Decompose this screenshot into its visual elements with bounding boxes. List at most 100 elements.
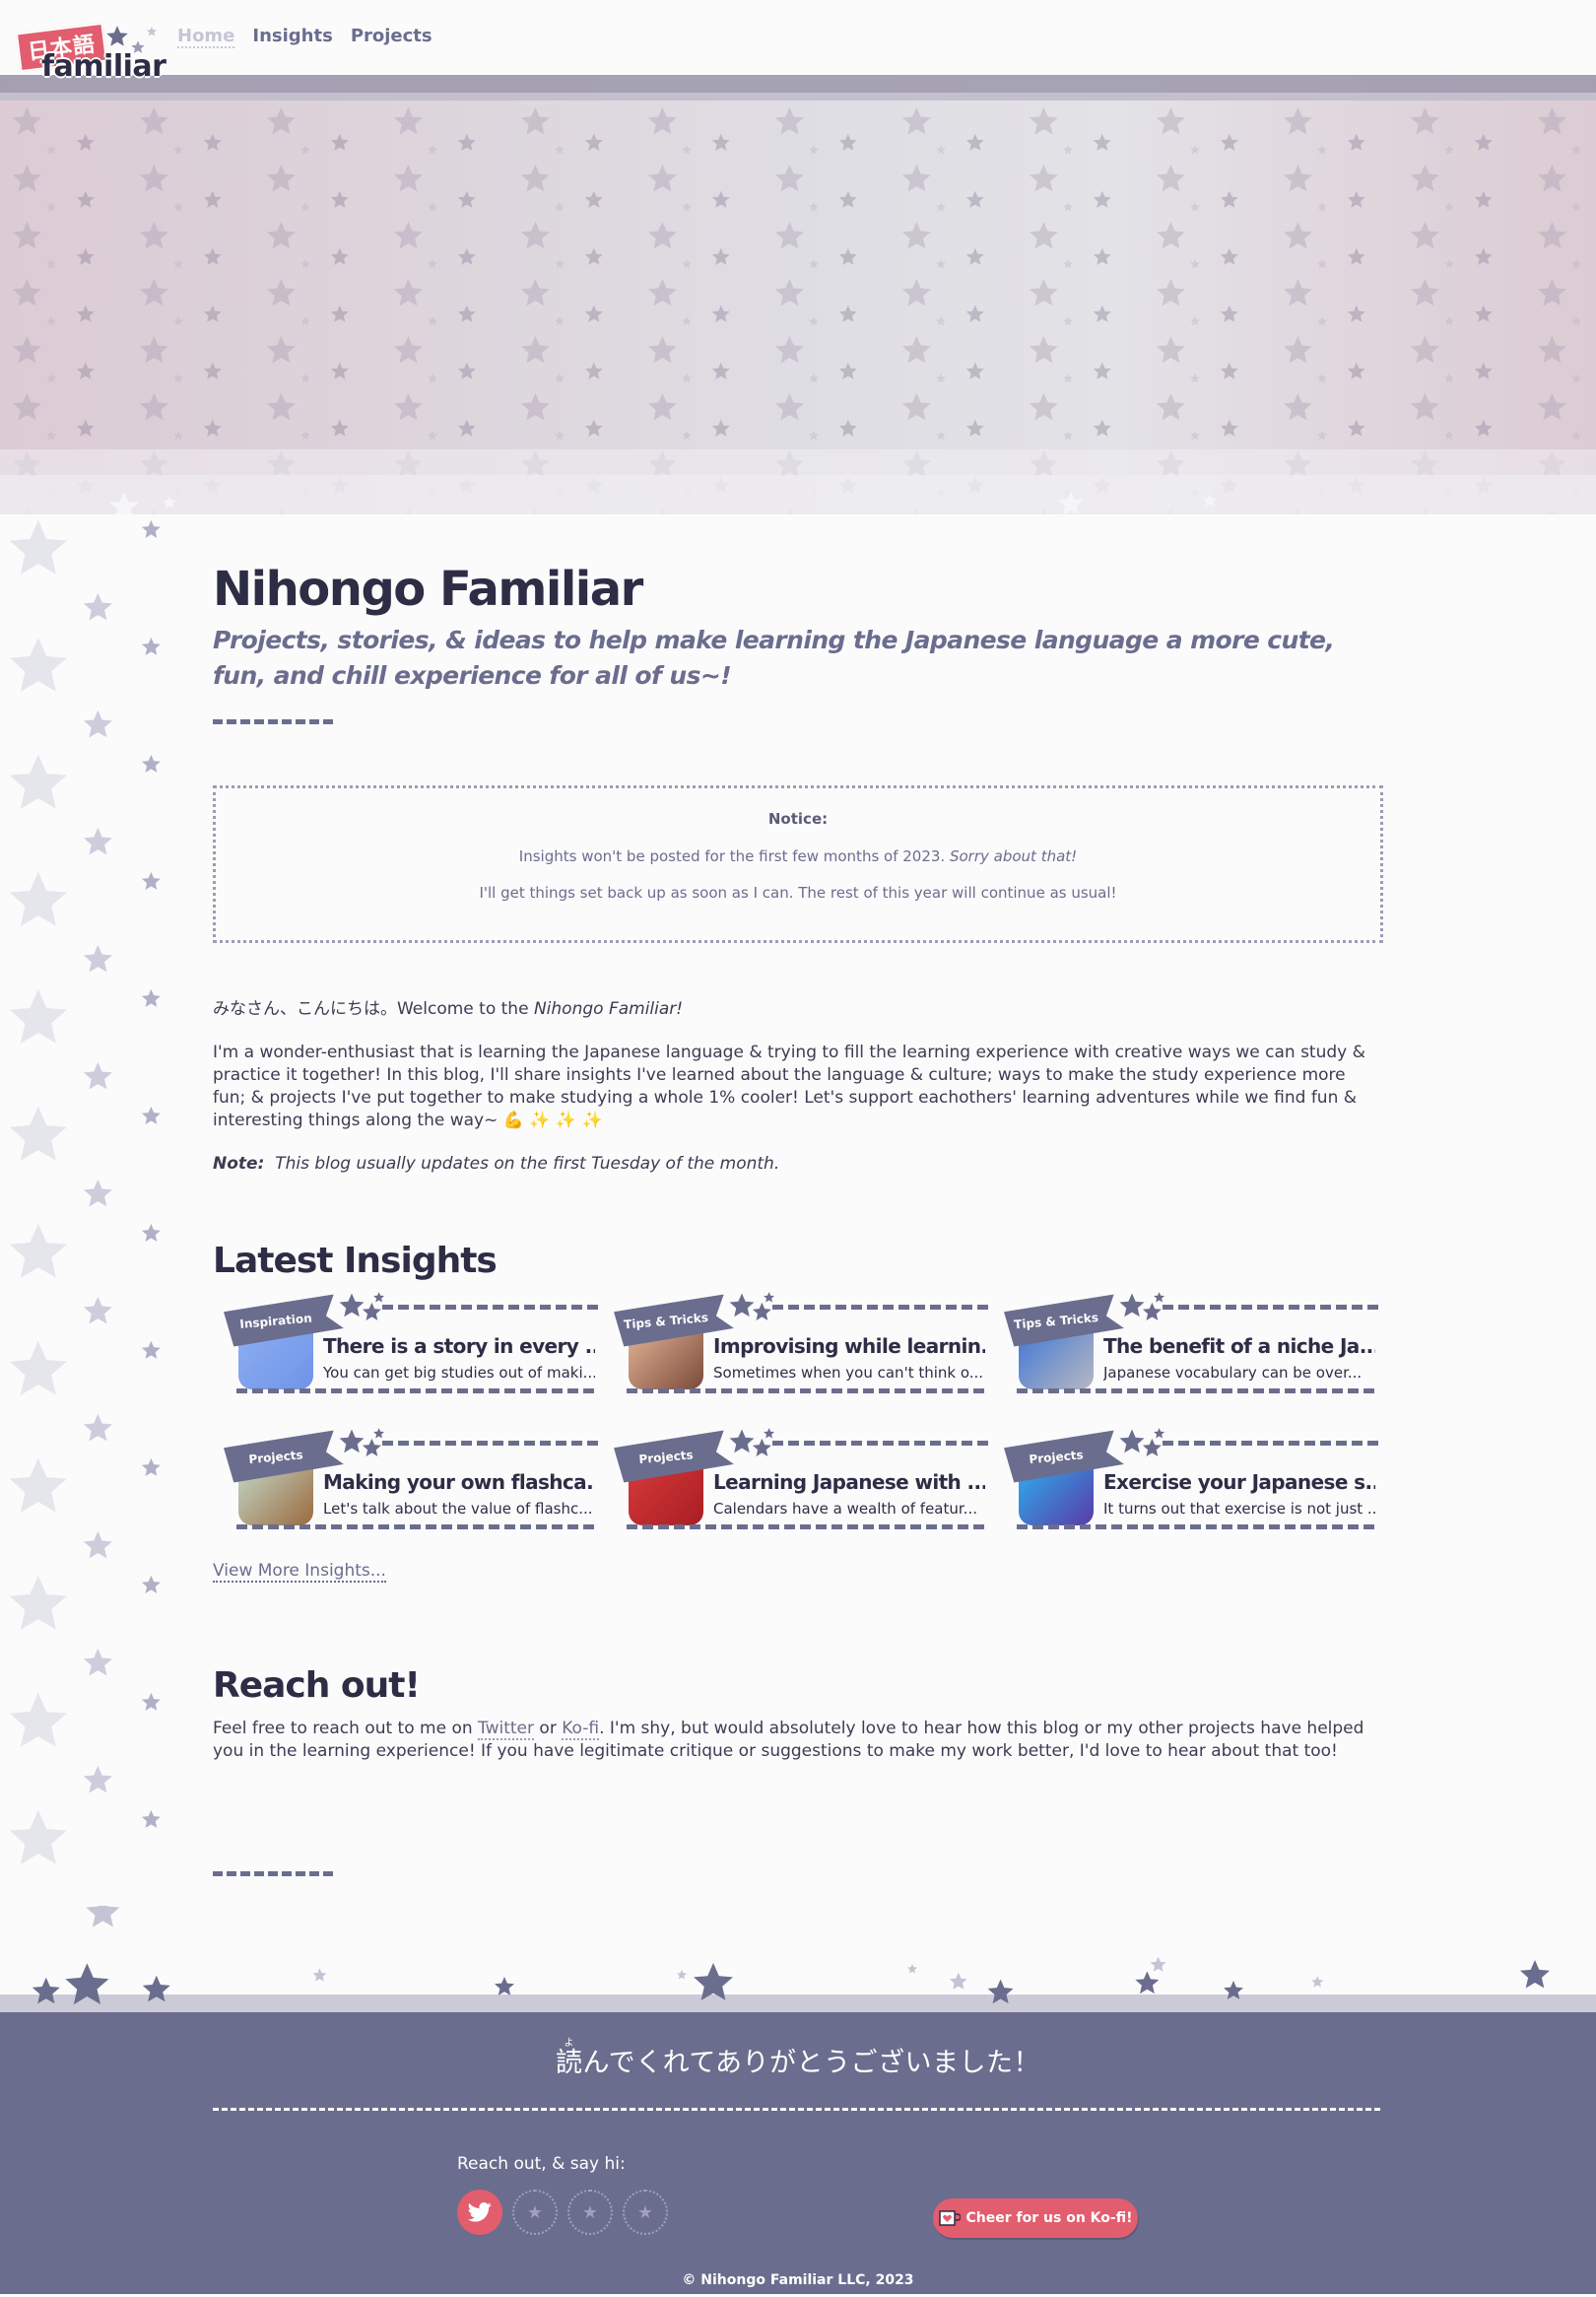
star-icon <box>393 278 423 306</box>
star-icon <box>46 259 56 269</box>
card-stars-icon <box>339 1292 385 1320</box>
star-icon <box>46 431 56 440</box>
star-icon <box>1311 1976 1324 1988</box>
star-icon <box>141 1809 161 1828</box>
category-label: Inspiration <box>238 1311 313 1331</box>
star-icon <box>141 754 161 773</box>
star-icon <box>1063 145 1073 155</box>
star-icon <box>139 335 168 364</box>
nav-link-insights[interactable]: Insights <box>252 26 332 48</box>
star-icon <box>584 190 603 208</box>
star-icon <box>1571 316 1581 326</box>
kofi-link[interactable]: Ko-fi <box>562 1719 600 1740</box>
star-icon <box>1537 164 1566 192</box>
star-icon <box>46 316 56 326</box>
star-icon <box>266 392 296 421</box>
kofi-button[interactable]: Cheer for us on Ko-fi! <box>933 2198 1138 2238</box>
star-icon <box>1520 1960 1550 1989</box>
star-icon <box>838 419 857 437</box>
star-icon <box>9 1692 67 1747</box>
star-icon <box>330 190 349 208</box>
star-icon <box>139 164 168 192</box>
star-icon <box>936 316 946 326</box>
star-icon <box>711 133 730 151</box>
category-label: Projects <box>1028 1448 1085 1467</box>
star-icon <box>1347 362 1365 379</box>
insight-card[interactable]: Tips & Tricks The benefit of a niche Ja..… <box>1005 1289 1379 1407</box>
star-icon <box>9 871 67 926</box>
star-icon <box>1474 362 1493 379</box>
star-icon <box>457 419 476 437</box>
card-stars-icon <box>729 1428 775 1456</box>
card-title[interactable]: Exercise your Japanese s... <box>1103 1470 1375 1494</box>
sparkle-star-icon <box>163 496 176 508</box>
nav-link-home[interactable]: Home <box>177 26 235 48</box>
star-icon <box>330 419 349 437</box>
card-title[interactable]: There is a story in every ... <box>323 1334 595 1358</box>
insight-card[interactable]: Projects Exercise your Japanese s... It tu… <box>1005 1425 1379 1543</box>
star-icon <box>12 335 41 364</box>
card-excerpt: Calendars have a wealth of featur... <box>713 1500 977 1518</box>
star-icon <box>1150 1956 1166 1972</box>
card-title[interactable]: Learning Japanese with ... <box>713 1470 985 1494</box>
star-icon <box>46 202 56 212</box>
site-logo[interactable]: 日本語 familiar <box>14 22 171 84</box>
card-divider-top <box>772 1305 989 1310</box>
star-icon <box>1156 106 1185 135</box>
latest-insights-heading: Latest Insights <box>213 1241 498 1281</box>
star-icon <box>1093 190 1111 208</box>
notice-line-2: I'll get things set back up as soon as I… <box>479 884 1117 902</box>
reach-text-or: or <box>534 1719 563 1738</box>
star-icon <box>1093 133 1111 151</box>
star-icon <box>330 304 349 322</box>
star-icon <box>711 419 730 437</box>
star-icon <box>1410 335 1439 364</box>
star-icon <box>555 259 565 269</box>
twitter-button[interactable] <box>457 2190 502 2235</box>
star-icon <box>1283 221 1312 249</box>
social-placeholder-3[interactable]: ★ <box>623 2190 668 2235</box>
logo-wordmark: familiar <box>41 49 166 84</box>
star-icon <box>203 190 222 208</box>
twitter-link[interactable]: Twitter <box>478 1719 535 1740</box>
star-icon <box>936 259 946 269</box>
insight-card[interactable]: Projects Learning Japanese with ... Calend… <box>615 1425 989 1543</box>
star-icon <box>711 362 730 379</box>
category-label: Tips & Tricks <box>1013 1310 1099 1332</box>
star-icon <box>555 145 565 155</box>
star-icon <box>76 190 95 208</box>
star-icon <box>266 221 296 249</box>
social-placeholder-1[interactable]: ★ <box>512 2190 558 2235</box>
card-title[interactable]: Improvising while learnin... <box>713 1334 985 1358</box>
star-icon <box>711 304 730 322</box>
card-divider-top <box>382 1305 599 1310</box>
star-icon <box>520 164 550 192</box>
star-icon <box>141 1457 161 1476</box>
card-title[interactable]: The benefit of a niche Ja... <box>1103 1334 1375 1358</box>
thanks-message: 読よんでくれてありがとうございました！ <box>0 2038 1596 2079</box>
card-title[interactable]: Making your own flashca... <box>323 1470 595 1494</box>
star-icon <box>266 335 296 364</box>
star-icon: ★ <box>581 2201 599 2223</box>
star-icon <box>809 431 819 440</box>
card-stars-icon <box>1119 1292 1165 1320</box>
insight-card[interactable]: Tips & Tricks Improvising while learnin..… <box>615 1289 989 1407</box>
star-icon <box>141 1223 161 1242</box>
star-icon <box>1474 304 1493 322</box>
star-icon <box>83 709 112 738</box>
insight-card[interactable]: Inspiration There is a story in every ...… <box>225 1289 599 1407</box>
insight-card[interactable]: Projects Making your own flashca... Let's … <box>225 1425 599 1543</box>
star-icon <box>1029 221 1058 249</box>
star-icon <box>12 164 41 192</box>
star-icon <box>682 145 692 155</box>
star-icon <box>12 221 41 249</box>
social-placeholder-2[interactable]: ★ <box>567 2190 613 2235</box>
view-more-insights-link[interactable]: View More Insights... <box>213 1561 386 1583</box>
star-icon <box>1283 106 1312 135</box>
star-icon <box>1410 106 1439 135</box>
star-icon <box>86 1906 120 1927</box>
star-icon <box>1474 419 1493 437</box>
star-icon <box>936 431 946 440</box>
nav-link-projects[interactable]: Projects <box>351 26 432 48</box>
card-excerpt: Sometimes when you can't think o... <box>713 1364 984 1382</box>
